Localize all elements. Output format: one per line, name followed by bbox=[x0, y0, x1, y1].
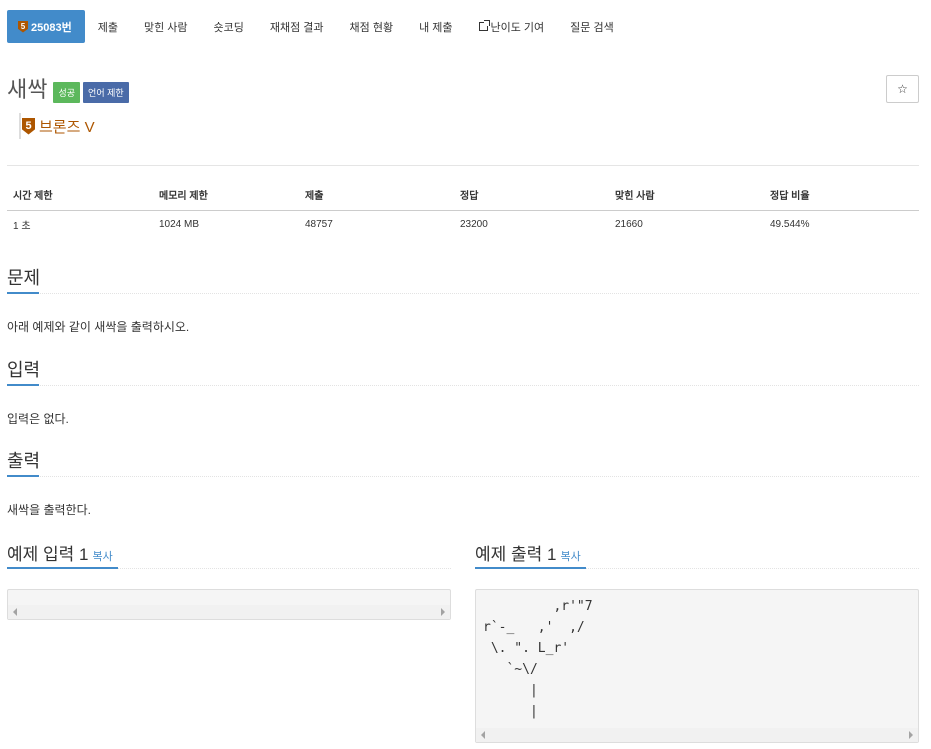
time-limit-value: 1 초 bbox=[13, 220, 31, 232]
header-memory-limit: 메모리 제한 bbox=[153, 180, 299, 211]
output-section-title: 출력 bbox=[7, 451, 41, 471]
tab-solvers[interactable]: 맞힌 사람 bbox=[131, 10, 201, 43]
header-submissions: 제출 bbox=[299, 180, 454, 211]
tab-short-coding[interactable]: 숏코딩 bbox=[201, 10, 257, 43]
tab-difficulty-contribution[interactable]: 난이도 기여 bbox=[466, 10, 558, 43]
divider bbox=[7, 165, 919, 166]
input-section-title: 입력 bbox=[7, 360, 41, 380]
problem-section-title: 문제 bbox=[7, 268, 41, 288]
bronze-tier-icon: 5 bbox=[22, 117, 35, 135]
solvers-value: 21660 bbox=[615, 218, 643, 230]
copy-sample-input-button[interactable]: 복사 bbox=[92, 551, 112, 563]
table-row: 1 초 1024 MB 48757 23200 21660 49.544% bbox=[7, 210, 919, 238]
sample-input-box[interactable] bbox=[7, 589, 451, 620]
section-underline bbox=[7, 384, 39, 386]
section-underline bbox=[7, 292, 39, 294]
page-title: 새싹 bbox=[7, 77, 48, 102]
section-divider bbox=[7, 293, 919, 294]
header-accept-ratio: 정답 비율 bbox=[764, 180, 919, 211]
horizontal-scrollbar[interactable] bbox=[8, 605, 450, 619]
header-solvers: 맞힌 사람 bbox=[609, 180, 764, 211]
tab-submit[interactable]: 제출 bbox=[85, 10, 131, 43]
problem-title-row: 새싹 성공 언어 제한 bbox=[7, 72, 132, 104]
sample-input-title: 예제 입력 1 bbox=[7, 545, 89, 564]
tier-label: 브론즈 V bbox=[39, 118, 95, 136]
tab-question-search[interactable]: 질문 검색 bbox=[557, 10, 627, 43]
language-restriction-badge[interactable]: 언어 제한 bbox=[83, 81, 129, 103]
problem-menu-tabs: 5 25083번 제출 맞힌 사람 숏코딩 재채점 결과 채점 현황 내 제출 … bbox=[7, 10, 627, 43]
output-description: 새싹을 출력한다. bbox=[7, 503, 91, 517]
submissions-value: 48757 bbox=[305, 218, 333, 230]
star-icon: ☆ bbox=[897, 82, 908, 96]
section-underline bbox=[7, 567, 118, 569]
horizontal-scrollbar[interactable] bbox=[476, 728, 918, 742]
section-underline bbox=[475, 567, 586, 569]
tab-judge-status[interactable]: 채점 현황 bbox=[337, 10, 407, 43]
section-divider bbox=[7, 385, 919, 386]
section-divider bbox=[7, 476, 919, 477]
section-underline bbox=[7, 475, 39, 477]
header-accepted: 정답 bbox=[454, 180, 609, 211]
scroll-right-icon[interactable] bbox=[909, 731, 913, 739]
sample-output-box[interactable]: ,r'"7 r`-_ ,' ,/ \. ". L_r' `~\/ | | bbox=[475, 589, 919, 743]
scroll-right-icon[interactable] bbox=[441, 608, 445, 616]
tab-difficulty-label: 난이도 기여 bbox=[490, 21, 545, 34]
tab-problem[interactable]: 5 25083번 bbox=[7, 10, 85, 43]
scroll-left-icon[interactable] bbox=[481, 731, 485, 739]
table-header-row: 시간 제한 메모리 제한 제출 정답 맞힌 사람 정답 비율 bbox=[7, 180, 919, 211]
tab-problem-label: 25083번 bbox=[31, 21, 72, 34]
success-badge: 성공 bbox=[53, 81, 81, 103]
problem-info-table: 시간 제한 메모리 제한 제출 정답 맞힌 사람 정답 비율 1 초 1024 … bbox=[7, 180, 919, 238]
favorite-star-button[interactable]: ☆ bbox=[886, 75, 919, 103]
copy-sample-output-button[interactable]: 복사 bbox=[560, 551, 580, 563]
problem-description: 아래 예제와 같이 새싹을 출력하시오. bbox=[7, 320, 190, 334]
sample-output-title: 예제 출력 1 bbox=[475, 545, 557, 564]
bronze-tier-icon: 5 bbox=[18, 20, 28, 33]
tab-rejudge-result[interactable]: 재채점 결과 bbox=[257, 10, 337, 43]
sample-input-heading: 예제 입력 1 복사 bbox=[7, 540, 113, 565]
external-link-icon bbox=[478, 20, 490, 31]
problem-tier: 5 브론즈 V bbox=[19, 113, 95, 139]
sample-output-text: ,r'"7 r`-_ ,' ,/ \. ". L_r' `~\/ | | bbox=[483, 599, 593, 719]
scroll-left-icon[interactable] bbox=[13, 608, 17, 616]
tab-my-submissions[interactable]: 내 제출 bbox=[406, 10, 465, 43]
accept-ratio-value: 49.544% bbox=[770, 218, 810, 230]
header-time-limit: 시간 제한 bbox=[7, 180, 153, 211]
sample-output-heading: 예제 출력 1 복사 bbox=[475, 540, 581, 565]
memory-limit-value: 1024 MB bbox=[159, 218, 200, 230]
accepted-value: 23200 bbox=[460, 218, 488, 230]
input-description: 입력은 없다. bbox=[7, 412, 69, 426]
